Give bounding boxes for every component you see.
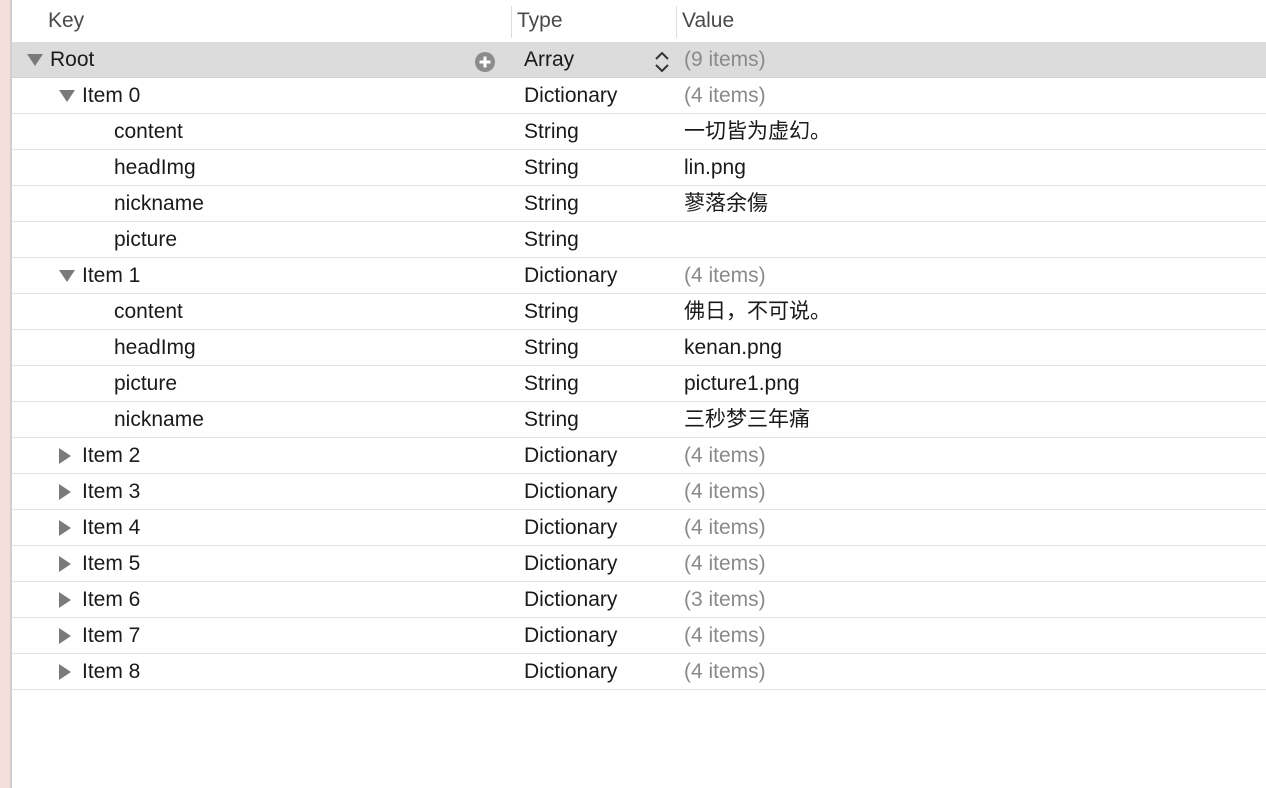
disclosure-expanded-icon[interactable] — [26, 53, 44, 69]
row-value[interactable]: (4 items) — [684, 479, 766, 505]
disclosure-expanded-icon[interactable] — [58, 89, 76, 105]
row-value[interactable]: (4 items) — [684, 263, 766, 289]
column-divider[interactable] — [676, 6, 677, 38]
row-key[interactable]: Item 8 — [82, 659, 140, 685]
plus-circle-icon[interactable] — [474, 51, 496, 73]
outline-row[interactable]: content String 一切皆为虚幻。 — [12, 114, 1266, 150]
row-key[interactable]: headImg — [114, 335, 196, 361]
row-type[interactable]: String — [524, 227, 579, 253]
disclosure-collapsed-icon[interactable] — [58, 627, 76, 644]
disclosure-collapsed-icon[interactable] — [58, 591, 76, 608]
row-type[interactable]: String — [524, 191, 579, 217]
row-value[interactable]: 一切皆为虚幻。 — [684, 119, 831, 145]
row-key[interactable]: nickname — [114, 191, 204, 217]
row-value[interactable]: lin.png — [684, 155, 746, 181]
row-value[interactable]: 佛日，不可说。 — [684, 299, 831, 325]
outline-row[interactable]: Item 8 Dictionary (4 items) — [12, 654, 1266, 690]
column-header-type[interactable]: Type — [517, 8, 563, 34]
row-key[interactable]: content — [114, 119, 183, 145]
row-value[interactable]: (4 items) — [684, 83, 766, 109]
row-type[interactable]: Dictionary — [524, 515, 617, 541]
row-value[interactable]: 蓼落余傷 — [684, 191, 768, 217]
row-key[interactable]: Item 3 — [82, 479, 140, 505]
column-header-key[interactable]: Key — [48, 8, 84, 34]
outline-row[interactable]: headImg String kenan.png — [12, 330, 1266, 366]
outline-row[interactable]: headImg String lin.png — [12, 150, 1266, 186]
disclosure-expanded-icon[interactable] — [58, 269, 76, 285]
disclosure-collapsed-icon[interactable] — [58, 663, 76, 680]
row-type[interactable]: String — [524, 155, 579, 181]
column-header-bar: Key Type Value — [12, 0, 1266, 42]
outline-row[interactable]: picture String — [12, 222, 1266, 258]
row-type[interactable]: Dictionary — [524, 551, 617, 577]
row-key[interactable]: picture — [114, 371, 177, 397]
row-type[interactable]: String — [524, 335, 579, 361]
row-key[interactable]: headImg — [114, 155, 196, 181]
outline-row[interactable]: content String 佛日，不可说。 — [12, 294, 1266, 330]
disclosure-collapsed-icon[interactable] — [58, 519, 76, 536]
disclosure-collapsed-icon[interactable] — [58, 555, 76, 572]
row-key[interactable]: Item 4 — [82, 515, 140, 541]
row-value[interactable]: (4 items) — [684, 443, 766, 469]
plist-editor: Key Type Value Root Array (9 items) Item… — [0, 0, 1266, 788]
row-value[interactable]: kenan.png — [684, 335, 782, 361]
row-value[interactable]: (4 items) — [684, 551, 766, 577]
row-key[interactable]: nickname — [114, 407, 204, 433]
up-down-chevron-icon[interactable] — [652, 50, 672, 74]
outline-row[interactable]: Item 2 Dictionary (4 items) — [12, 438, 1266, 474]
row-type[interactable]: Dictionary — [524, 263, 617, 289]
outline-row[interactable]: nickname String 蓼落余傷 — [12, 186, 1266, 222]
row-type[interactable]: Dictionary — [524, 479, 617, 505]
column-divider[interactable] — [511, 6, 512, 38]
outline-row[interactable]: Item 4 Dictionary (4 items) — [12, 510, 1266, 546]
disclosure-collapsed-icon[interactable] — [58, 483, 76, 500]
outline-row[interactable]: Item 7 Dictionary (4 items) — [12, 618, 1266, 654]
row-type[interactable]: Dictionary — [524, 587, 617, 613]
row-value[interactable]: (4 items) — [684, 659, 766, 685]
column-header-value[interactable]: Value — [682, 8, 734, 34]
root-type[interactable]: Array — [524, 47, 574, 73]
outline-row[interactable]: nickname String 三秒梦三年痛 — [12, 402, 1266, 438]
row-key[interactable]: Item 7 — [82, 623, 140, 649]
row-value[interactable]: (4 items) — [684, 515, 766, 541]
row-key[interactable]: Item 6 — [82, 587, 140, 613]
row-value[interactable]: picture1.png — [684, 371, 800, 397]
root-row[interactable]: Root Array (9 items) — [12, 42, 1266, 78]
row-key[interactable]: picture — [114, 227, 177, 253]
row-type[interactable]: String — [524, 299, 579, 325]
plist-outline: Root Array (9 items) Item 0 Dictionary (4 … — [12, 42, 1266, 690]
outline-row[interactable]: Item 1 Dictionary (4 items) — [12, 258, 1266, 294]
row-type[interactable]: String — [524, 119, 579, 145]
row-type[interactable]: Dictionary — [524, 623, 617, 649]
outline-row[interactable]: Item 5 Dictionary (4 items) — [12, 546, 1266, 582]
row-key[interactable]: Item 1 — [82, 263, 140, 289]
root-key[interactable]: Root — [50, 47, 94, 73]
row-type[interactable]: Dictionary — [524, 443, 617, 469]
row-key[interactable]: Item 2 — [82, 443, 140, 469]
outline-row[interactable]: Item 3 Dictionary (4 items) — [12, 474, 1266, 510]
left-edge-strip — [0, 0, 10, 788]
row-value[interactable]: 三秒梦三年痛 — [684, 407, 810, 433]
row-key[interactable]: Item 0 — [82, 83, 140, 109]
outline-row[interactable]: Item 6 Dictionary (3 items) — [12, 582, 1266, 618]
row-value[interactable]: (3 items) — [684, 587, 766, 613]
disclosure-collapsed-icon[interactable] — [58, 447, 76, 464]
row-type[interactable]: String — [524, 407, 579, 433]
outline-row[interactable]: Item 0 Dictionary (4 items) — [12, 78, 1266, 114]
row-type[interactable]: String — [524, 371, 579, 397]
root-value[interactable]: (9 items) — [684, 47, 766, 73]
row-type[interactable]: Dictionary — [524, 659, 617, 685]
row-type[interactable]: Dictionary — [524, 83, 617, 109]
outline-row[interactable]: picture String picture1.png — [12, 366, 1266, 402]
row-key[interactable]: content — [114, 299, 183, 325]
row-value[interactable]: (4 items) — [684, 623, 766, 649]
row-key[interactable]: Item 5 — [82, 551, 140, 577]
